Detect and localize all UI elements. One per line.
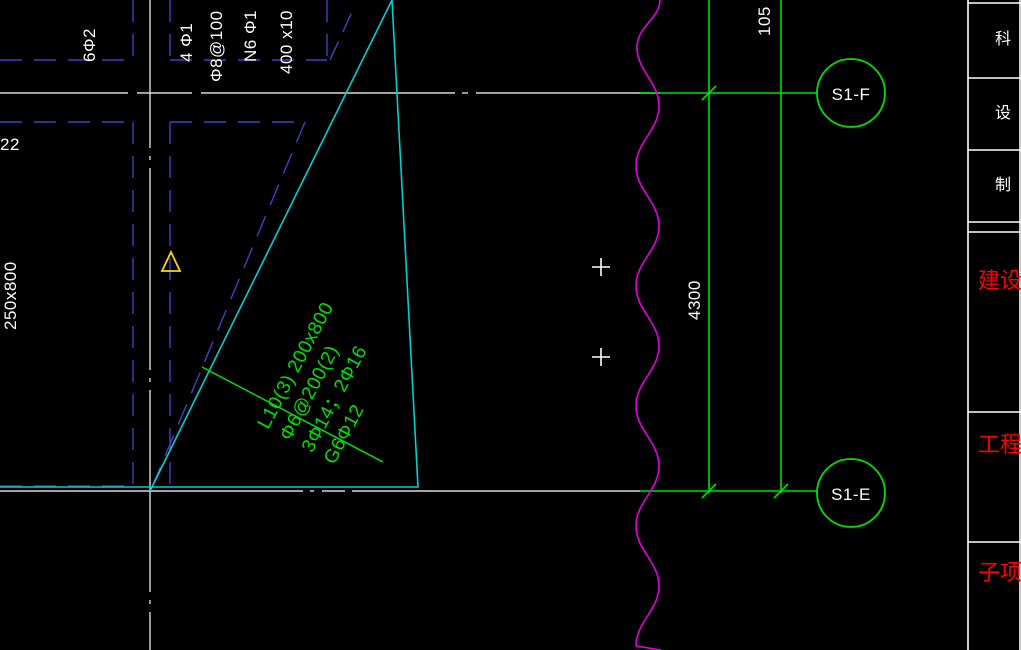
title-block-frame: [967, 0, 1021, 650]
beam-callout-group: L10(3) 200x800 Φ6@200(2) 3Φ14；2Φ16 G6Φ12: [254, 299, 372, 468]
title-block-row-2[interactable]: 设: [995, 104, 1011, 122]
cad-drawing-application: 6Φ2 4 Φ1 Φ8@100 N6 Φ1 400 x10 22 250x800…: [0, 0, 1021, 650]
top-beam-label-group: 6Φ2 4 Φ1 Φ8@100 N6 Φ1 400 x10: [80, 10, 296, 82]
left-edge-label-group: 22 250x800: [0, 135, 20, 330]
axis-grid-bubbles[interactable]: [816, 58, 886, 528]
cross-marker-1: [592, 258, 610, 276]
title-block-text-group: 科 设 制 建设 工程 子项: [978, 30, 1021, 585]
revision-triangle-icon[interactable]: [160, 249, 182, 272]
title-block-row-1[interactable]: 科: [995, 30, 1011, 48]
dimension-value-group: 4300 105: [685, 6, 774, 320]
cross-marker-2: [592, 348, 610, 366]
label-4d16: 4 Φ1: [177, 23, 196, 62]
bubble-label-s1-e: S1-E: [831, 485, 871, 504]
label-6d22: 6Φ2: [80, 28, 99, 62]
drawing-canvas[interactable]: 6Φ2 4 Φ1 Φ8@100 N6 Φ1 400 x10 22 250x800…: [0, 0, 1021, 650]
dimension-4300: 4300: [685, 280, 704, 320]
title-block-row-4[interactable]: 建设: [978, 268, 1021, 293]
cad-vector-layer: 6Φ2 4 Φ1 Φ8@100 N6 Φ1 400 x10 22 250x800…: [0, 0, 1021, 650]
cross-markers-group: [592, 258, 610, 366]
center-axis-lines: [0, 0, 660, 650]
title-block-row-6[interactable]: 子项: [978, 560, 1021, 585]
label-250x800: 250x800: [1, 261, 20, 330]
label-400x10: 400 x10: [277, 10, 296, 74]
label-22: 22: [0, 135, 20, 154]
title-block-row-5[interactable]: 工程: [978, 432, 1021, 457]
green-dimension-lines: [640, 0, 817, 499]
blue-dashed-diagonal-upper: [329, 11, 353, 61]
label-d8-at-100: Φ8@100: [207, 10, 226, 82]
dimension-105: 105: [755, 6, 774, 36]
label-n6d1: N6 Φ1: [241, 10, 260, 62]
magenta-break-line: [635, 0, 662, 650]
title-block-row-3[interactable]: 制: [995, 176, 1011, 194]
axis-bubble-label-group: S1-F S1-E: [831, 85, 871, 504]
bubble-label-s1-f: S1-F: [832, 85, 871, 104]
